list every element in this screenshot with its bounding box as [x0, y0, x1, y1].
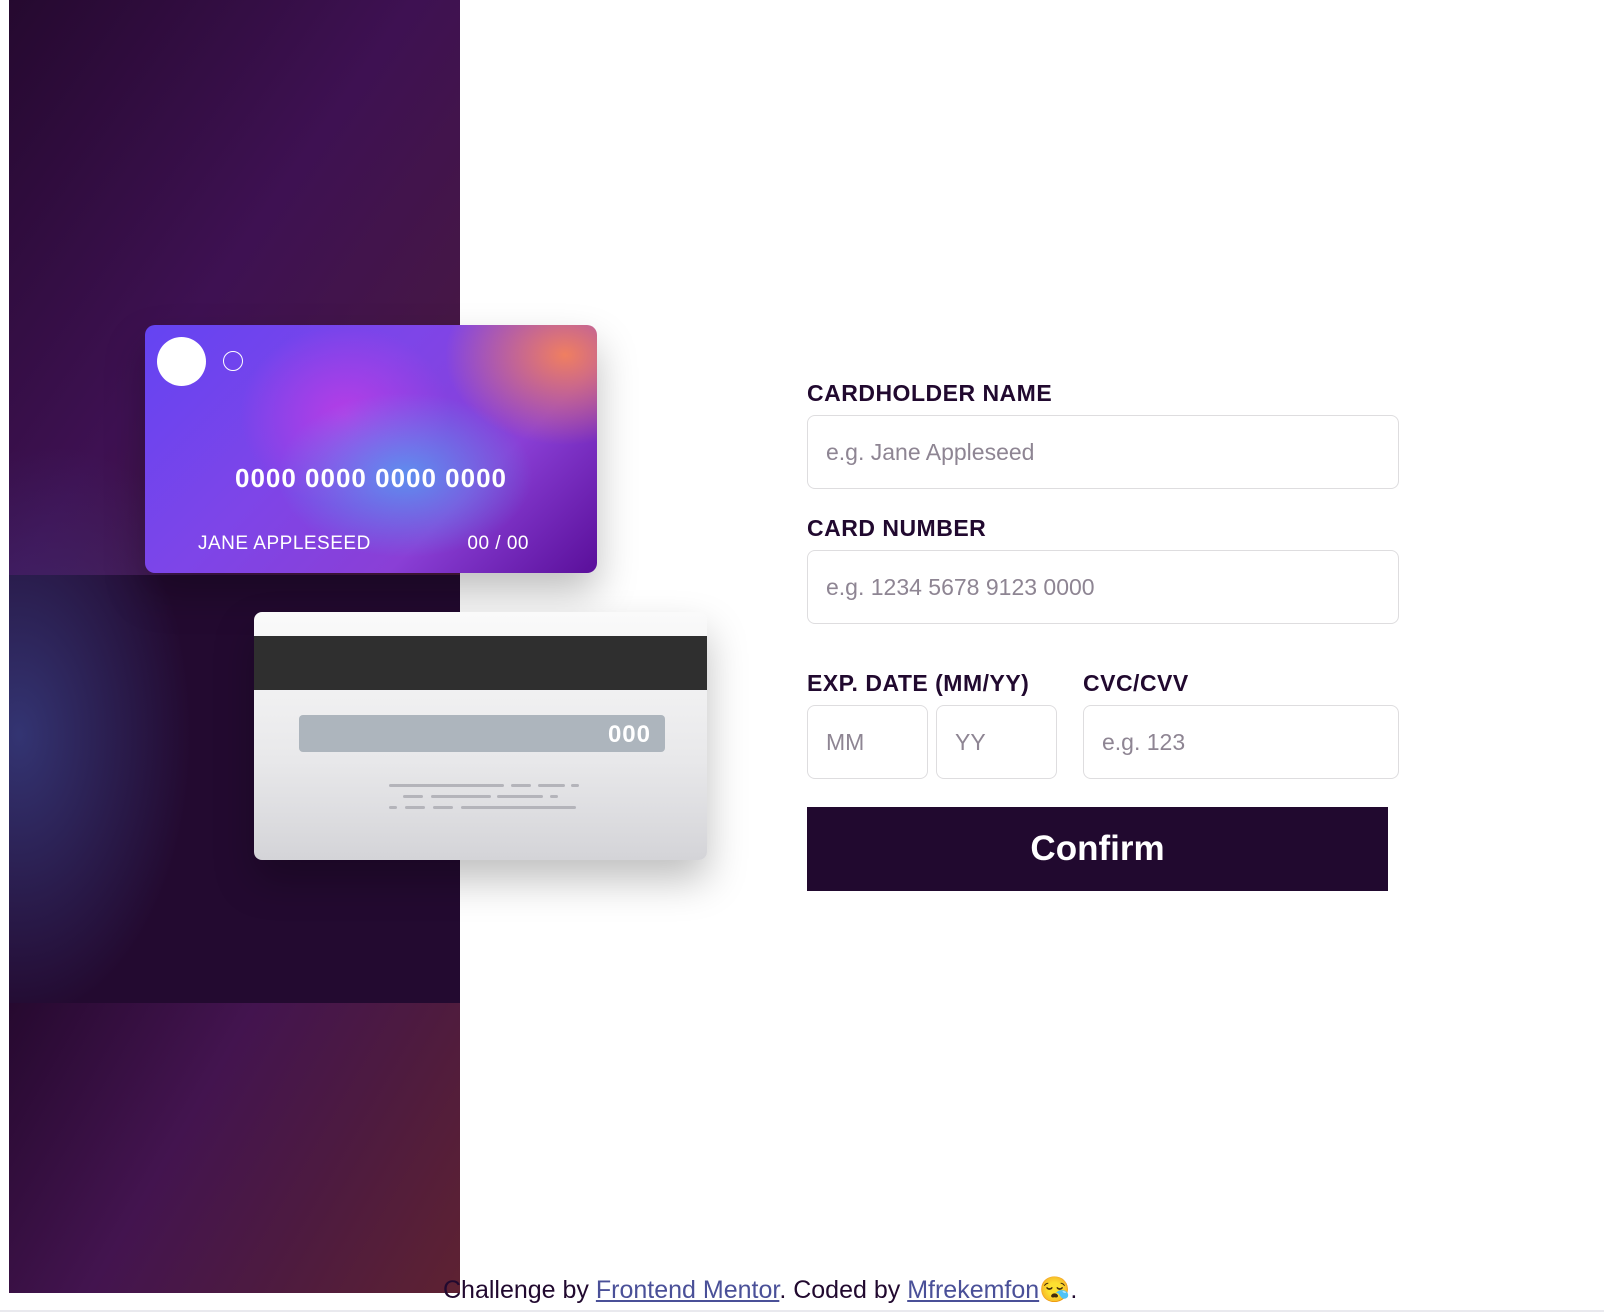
- attribution-prefix: Challenge by: [443, 1276, 596, 1304]
- attribution-middle: . Coded by: [779, 1276, 908, 1304]
- author-link[interactable]: Mfrekemfon: [907, 1276, 1039, 1304]
- cvc-input[interactable]: [1083, 705, 1399, 779]
- confirm-button[interactable]: Confirm: [807, 807, 1388, 891]
- card-details-form: CARDHOLDER NAME CARD NUMBER EXP. DATE (M…: [807, 380, 1399, 891]
- card-expiry-display: 00 / 00: [467, 533, 529, 554]
- expiry-month-input[interactable]: [807, 705, 928, 779]
- cardholder-name-label: CARDHOLDER NAME: [807, 380, 1053, 406]
- expiry-cvc-row: EXP. DATE (MM/YY) CVC/CVV: [807, 670, 1399, 779]
- signature-strip: 000: [299, 715, 665, 752]
- frontend-mentor-link[interactable]: Frontend Mentor: [596, 1276, 779, 1304]
- attribution-suffix: .: [1070, 1276, 1078, 1304]
- card-back: 000: [254, 612, 707, 860]
- attribution-footer: Challenge by Frontend Mentor. Coded by M…: [443, 1276, 1077, 1305]
- card-number-input[interactable]: [807, 550, 1399, 624]
- card-number-display: 0000 0000 0000 0000: [234, 463, 508, 493]
- card-front: 0000 0000 0000 0000 JANE APPLESEED 00 / …: [145, 325, 597, 573]
- cardholder-name-input[interactable]: [807, 415, 1399, 489]
- expiry-group: EXP. DATE (MM/YY): [807, 670, 1083, 779]
- expiry-inputs: [807, 705, 1083, 779]
- card-logo-circle-filled: [157, 337, 206, 386]
- expiry-year-input[interactable]: [936, 705, 1057, 779]
- card-cvc-display: 000: [607, 721, 651, 748]
- sleepy-emoji-icon: 😪: [1039, 1276, 1071, 1304]
- card-logo-circle-outline: [223, 351, 243, 371]
- page: 0000 0000 0000 0000 JANE APPLESEED 00 / …: [0, 0, 1604, 1312]
- card-holder-display: JANE APPLESEED: [198, 533, 371, 554]
- expiry-date-label: EXP. DATE (MM/YY): [807, 670, 1030, 696]
- side-panel-bottom: [9, 1003, 460, 1293]
- cvc-group: CVC/CVV: [1083, 670, 1399, 779]
- card-number-label: CARD NUMBER: [807, 515, 987, 541]
- cvc-label: CVC/CVV: [1083, 670, 1189, 696]
- magnetic-stripe: [254, 636, 707, 690]
